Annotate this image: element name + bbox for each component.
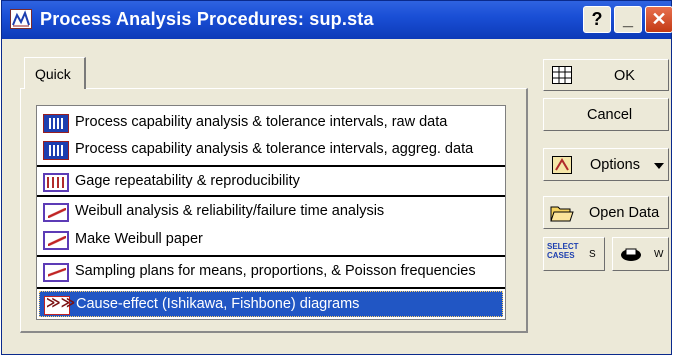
chevron-down-icon <box>654 158 664 174</box>
process-capability-icon <box>43 114 69 133</box>
tab-quick-label: Quick <box>35 66 71 82</box>
weight-key: W <box>654 249 664 260</box>
ok-button[interactable]: OK <box>543 59 669 91</box>
folder-open-icon <box>550 203 574 227</box>
close-button[interactable]: ✕ <box>645 6 673 33</box>
gage-icon <box>43 173 69 192</box>
list-item-label: Gage repeatability & reproducibility <box>75 173 300 189</box>
list-item-label: Sampling plans for means, proportions, &… <box>75 263 476 279</box>
weight-icon <box>619 246 643 266</box>
list-item-selected[interactable]: Cause-effect (Ishikawa, Fishbone) diagra… <box>39 291 503 317</box>
list-item-label: Make Weibull paper <box>75 231 203 247</box>
minimize-button[interactable]: _ <box>614 6 642 33</box>
tab-quick[interactable]: Quick <box>24 57 86 89</box>
list-item-label: Cause-effect (Ishikawa, Fishbone) diagra… <box>76 296 360 312</box>
list-separator <box>37 287 505 289</box>
window-title: Process Analysis Procedures: sup.sta <box>40 9 374 29</box>
list-separator <box>37 195 505 197</box>
list-item-label: Process capability analysis & tolerance … <box>75 141 474 157</box>
options-icon <box>552 156 572 178</box>
dialog-window: Process Analysis Procedures: sup.sta ? _… <box>1 0 673 355</box>
list-item-label: Weibull analysis & reliability/failure t… <box>75 203 385 219</box>
list-item[interactable]: Process capability analysis & tolerance … <box>39 110 503 136</box>
list-separator <box>37 255 505 257</box>
cancel-button-label: Cancel <box>587 107 633 123</box>
list-item-label: Process capability analysis & tolerance … <box>75 114 448 130</box>
weibull-icon <box>43 203 69 222</box>
process-capability-icon <box>43 141 69 160</box>
cancel-button[interactable]: Cancel <box>543 98 669 131</box>
options-button-label: Options <box>590 157 640 173</box>
open-data-button-label: Open Data <box>589 205 660 221</box>
weight-button[interactable]: W <box>612 237 669 271</box>
list-item[interactable]: Process capability analysis & tolerance … <box>39 137 503 163</box>
weibull-icon <box>43 231 69 250</box>
list-separator <box>37 165 505 167</box>
options-button[interactable]: Options <box>543 148 669 181</box>
select-cases-key: S <box>589 249 596 260</box>
list-item[interactable]: Sampling plans for means, proportions, &… <box>39 259 503 285</box>
help-button[interactable]: ? <box>583 6 611 33</box>
procedure-list[interactable]: Process capability analysis & tolerance … <box>36 105 506 320</box>
list-item[interactable]: Make Weibull paper <box>39 227 503 253</box>
list-item[interactable]: Gage repeatability & reproducibility <box>39 169 503 195</box>
grid-icon <box>552 66 572 88</box>
title-bar[interactable]: Process Analysis Procedures: sup.sta ? _… <box>2 1 673 39</box>
select-cases-icon: SELECT CASES <box>547 242 579 260</box>
app-chart-icon <box>10 9 32 29</box>
select-cases-button[interactable]: SELECT CASES S <box>543 237 605 271</box>
ok-button-label: OK <box>614 68 635 84</box>
sampling-plan-icon <box>43 263 69 282</box>
cause-effect-icon <box>44 295 75 315</box>
list-item[interactable]: Weibull analysis & reliability/failure t… <box>39 199 503 225</box>
open-data-button[interactable]: Open Data <box>543 196 669 229</box>
